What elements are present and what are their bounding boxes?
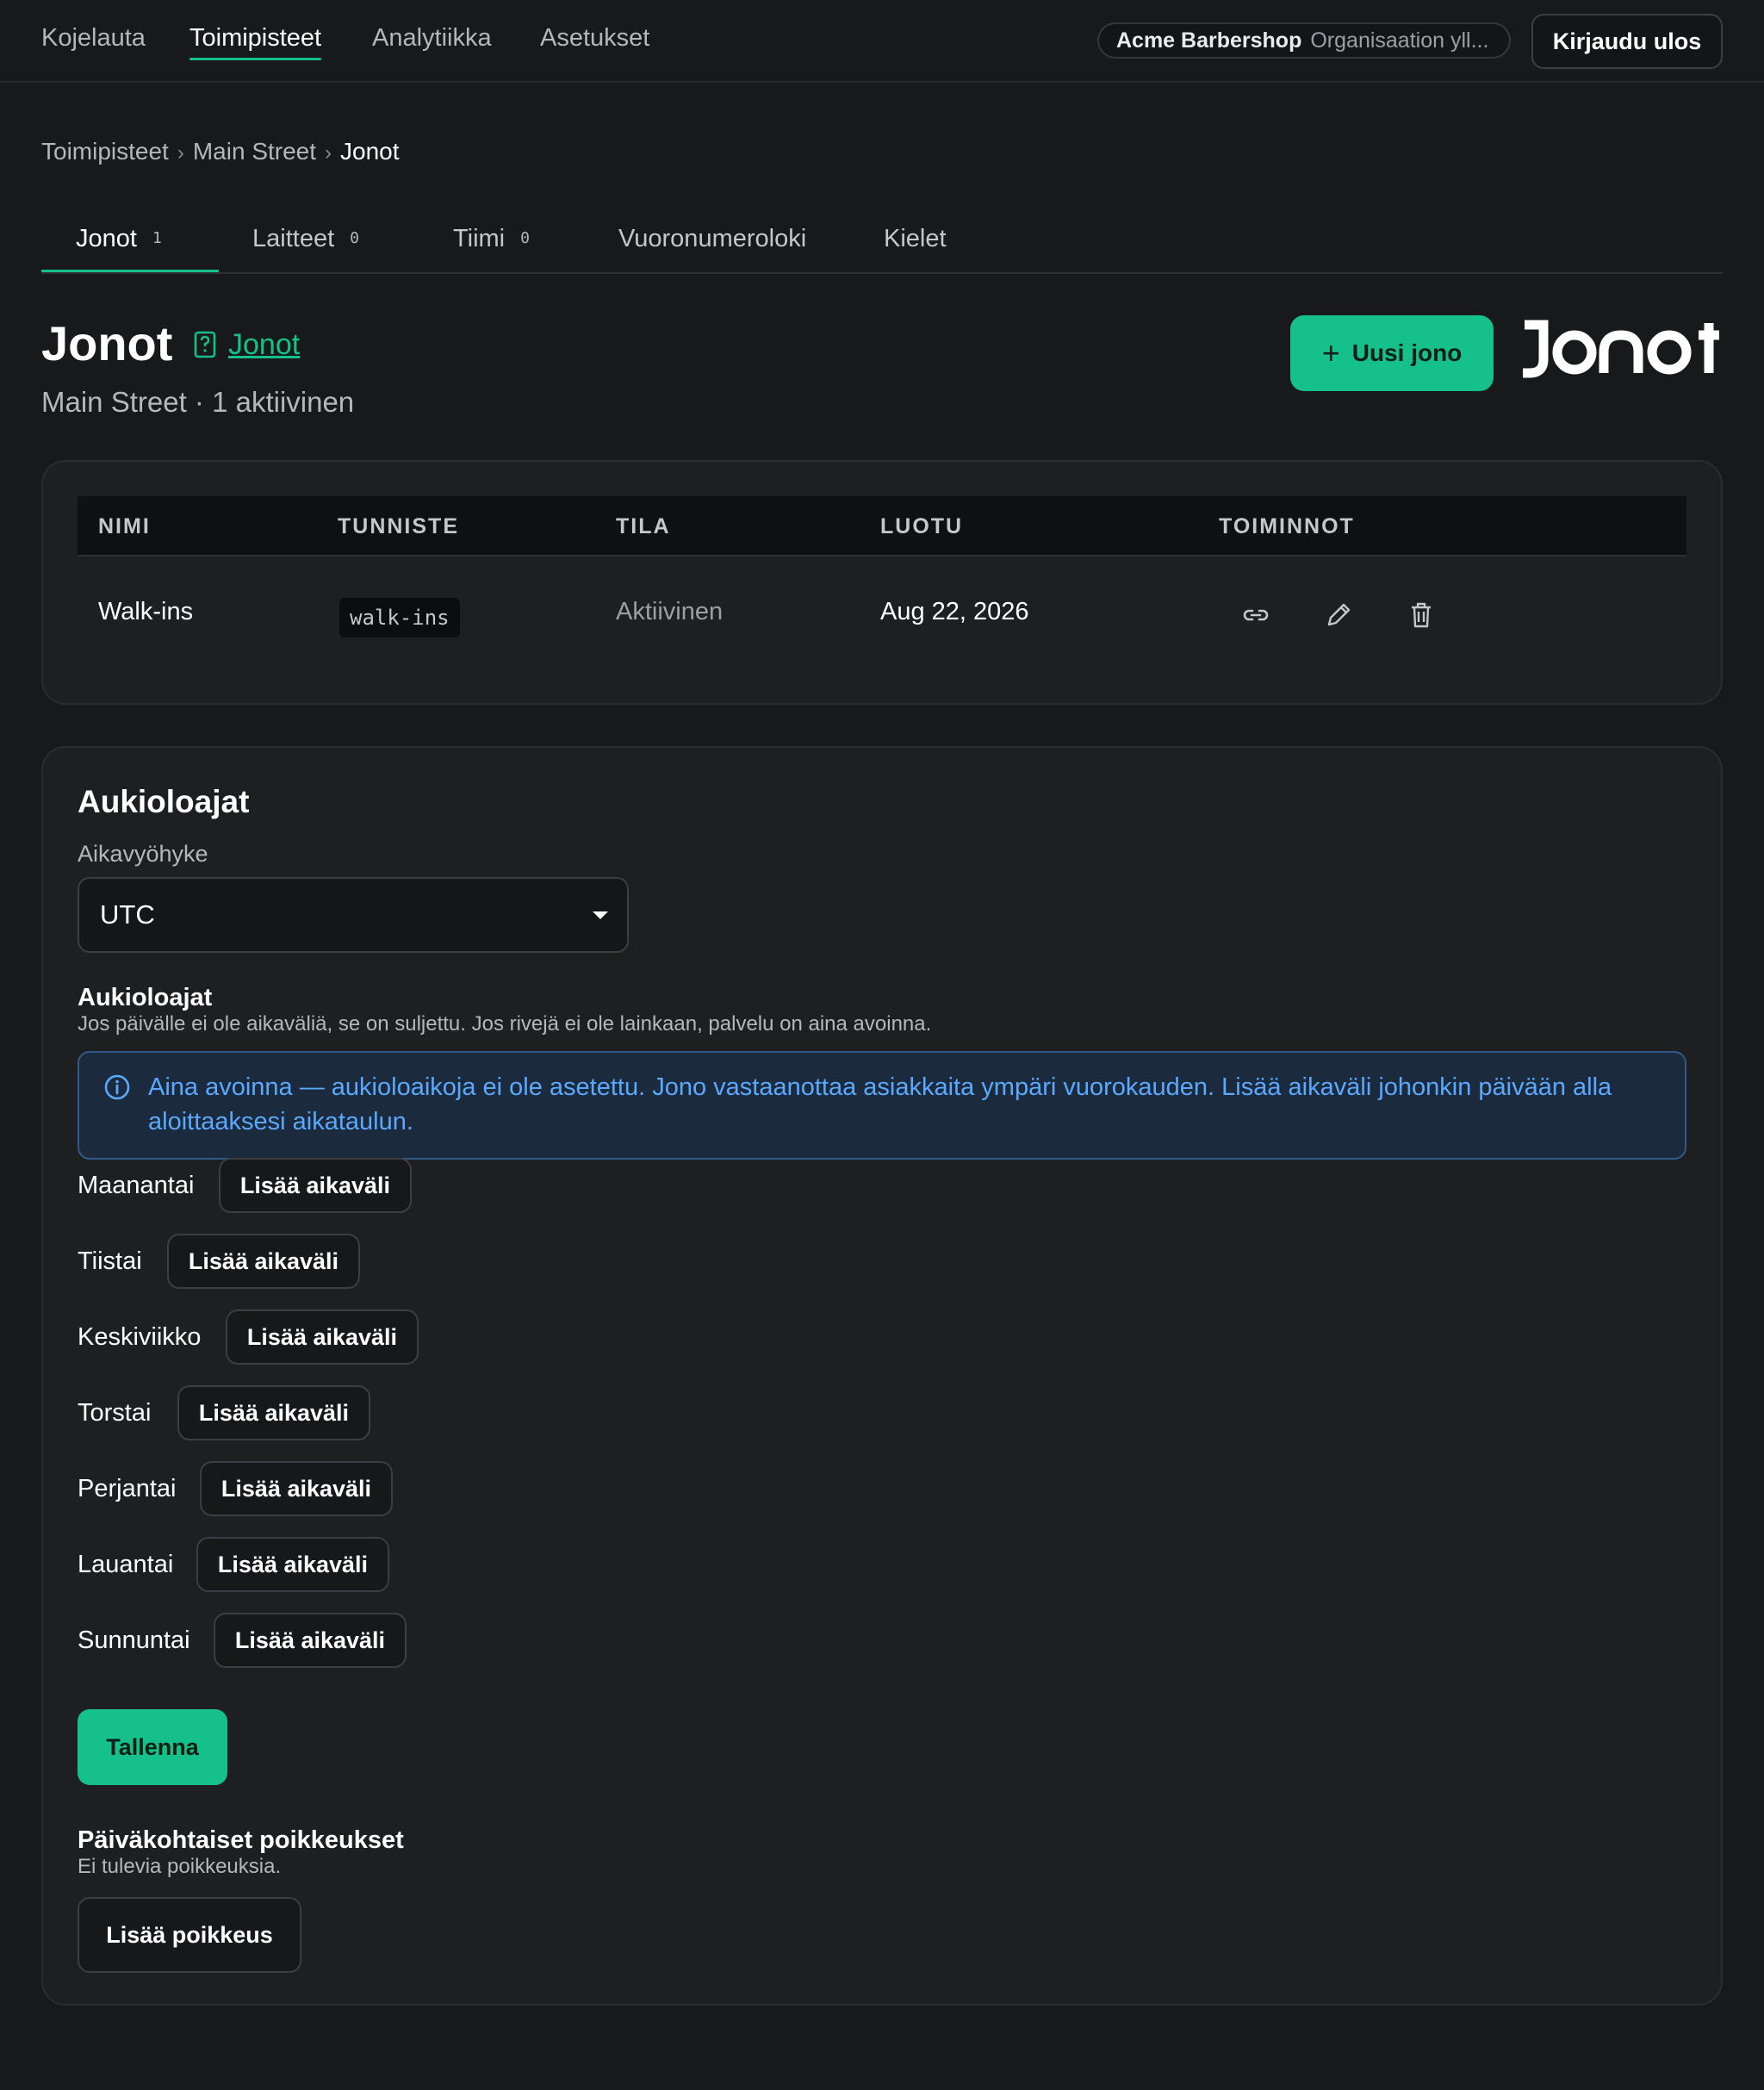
queue-created: Aug 22, 2026 [880, 598, 1029, 625]
nav-item-locations[interactable]: Toimipisteet [189, 21, 322, 60]
add-interval-button-saturday[interactable]: Lisää aikaväli [196, 1537, 389, 1592]
column-actions: TOIMINNOT [1219, 514, 1355, 538]
opening-hours-title: Aukioloajat [78, 784, 250, 819]
day-label-sunday: Sunnuntai [78, 1627, 190, 1654]
tab-label: Kielet [884, 225, 947, 252]
tab-count: 1 [152, 229, 162, 247]
exceptions-title: Päiväkohtaiset poikkeukset [78, 1826, 404, 1854]
new-queue-label: Uusi jono [1351, 339, 1463, 366]
timezone-select[interactable]: UTC [78, 877, 629, 953]
tab-team[interactable]: Tiimi 0 [453, 214, 530, 272]
queue-name: Walk-ins [98, 598, 194, 625]
jonot-wordmark [1523, 320, 1719, 378]
tab-label: Laitteet [252, 225, 335, 252]
day-label-wednesday: Keskiviikko [78, 1323, 202, 1351]
nav-item-analytics[interactable]: Analytiikka [372, 21, 492, 55]
alert-text: Aina avoinna — aukioloaikoja ei ole aset… [148, 1073, 1612, 1135]
queue-slug: walk-ins [339, 598, 460, 638]
help-link[interactable]: Jonot [228, 326, 300, 364]
page-subtitle: Main Street · 1 aktiivinen [41, 386, 355, 418]
add-interval-button-thursday[interactable]: Lisää aikaväli [177, 1385, 370, 1440]
chevron-right-icon: › [325, 141, 332, 165]
organization-description: Organisaation yll... [1310, 28, 1489, 53]
nav-item-settings[interactable]: Asetukset [540, 21, 649, 55]
tab-devices[interactable]: Laitteet 0 [252, 214, 359, 272]
tab-languages[interactable]: Kielet [884, 214, 947, 272]
hours-section-hint: Jos päivälle ei ole aikaväliä, se on sul… [78, 1012, 932, 1036]
tab-count: 0 [350, 229, 359, 247]
queue-status: Aktiivinen [616, 598, 724, 625]
logout-button[interactable]: Kirjaudu ulos [1531, 14, 1723, 69]
column-status: TILA [616, 514, 671, 538]
info-icon [104, 1074, 130, 1100]
link-icon[interactable] [1240, 600, 1271, 631]
opening-hours-card: Aukioloajat Aikavyöhyke UTC Aukioloajat … [41, 746, 1723, 2006]
breadcrumb-item-locations[interactable]: Toimipisteet [41, 138, 169, 165]
timezone-label: Aikavyöhyke [78, 841, 208, 867]
plus-icon: + [1321, 335, 1340, 370]
column-slug: TUNNISTE [338, 514, 459, 538]
hours-section-title: Aukioloajat [78, 984, 213, 1011]
tab-count: 0 [520, 229, 530, 247]
brand-logo [1518, 312, 1724, 391]
column-created: LUOTU [880, 514, 964, 538]
day-label-tuesday: Tiistai [78, 1247, 142, 1275]
queues-card: NIMI TUNNISTE TILA LUOTU TOIMINNOT Walk-… [41, 460, 1723, 705]
breadcrumb-item-location[interactable]: Main Street [193, 138, 316, 165]
tab-label: Jonot [76, 225, 137, 252]
caret-down-icon [593, 911, 608, 919]
nav-item-dashboard[interactable]: Kojelauta [41, 21, 146, 55]
add-interval-button-monday[interactable]: Lisää aikaväli [219, 1158, 412, 1213]
always-open-alert: Aina avoinna — aukioloaikoja ei ole aset… [78, 1051, 1686, 1160]
tab-ticket-log[interactable]: Vuoronumeroloki [618, 214, 806, 272]
organization-switcher[interactable]: Acme Barbershop Organisaation yll... [1097, 22, 1511, 59]
breadcrumb: Toimipisteet › Main Street › Jonot [41, 136, 400, 169]
day-label-thursday: Torstai [78, 1399, 152, 1427]
pencil-icon[interactable] [1323, 600, 1354, 631]
breadcrumb-item-current: Jonot [340, 138, 400, 165]
day-label-monday: Maanantai [78, 1172, 195, 1199]
add-interval-button-sunday[interactable]: Lisää aikaväli [214, 1613, 407, 1668]
add-interval-button-wednesday[interactable]: Lisää aikaväli [226, 1309, 419, 1365]
day-label-friday: Perjantai [78, 1475, 177, 1502]
add-interval-button-tuesday[interactable]: Lisää aikaväli [167, 1234, 360, 1289]
tab-bar: Jonot 1 Laitteet 0 Tiimi 0 Vuoronumeroloki … [41, 214, 1723, 274]
organization-name: Acme Barbershop [1116, 28, 1302, 53]
save-button[interactable]: Tallenna [78, 1709, 227, 1785]
add-exception-button[interactable]: Lisää poikkeus [78, 1897, 301, 1973]
top-nav: Kojelauta Toimipisteet Analytiikka Asetu… [0, 0, 1764, 83]
exceptions-hint: Ei tulevia poikkeuksia. [78, 1855, 282, 1878]
tab-label: Tiimi [453, 225, 506, 252]
add-interval-button-friday[interactable]: Lisää aikaväli [200, 1461, 393, 1516]
timezone-value: UTC [100, 899, 155, 930]
page-title: Jonot [41, 316, 173, 370]
day-label-saturday: Lauantai [78, 1551, 174, 1578]
chevron-right-icon: › [177, 141, 184, 165]
column-name: NIMI [98, 514, 151, 538]
table-header: NIMI TUNNISTE TILA LUOTU TOIMINNOT [78, 496, 1686, 557]
trash-icon[interactable] [1406, 600, 1437, 631]
new-queue-button[interactable]: + Uusi jono [1290, 315, 1494, 391]
help-doc-icon[interactable] [193, 330, 217, 359]
table-row[interactable]: Walk-ins walk-ins Aktiivinen Aug 22, 202… [78, 557, 1686, 672]
tab-label: Vuoronumeroloki [618, 225, 807, 252]
tab-queues[interactable]: Jonot 1 [41, 214, 219, 272]
